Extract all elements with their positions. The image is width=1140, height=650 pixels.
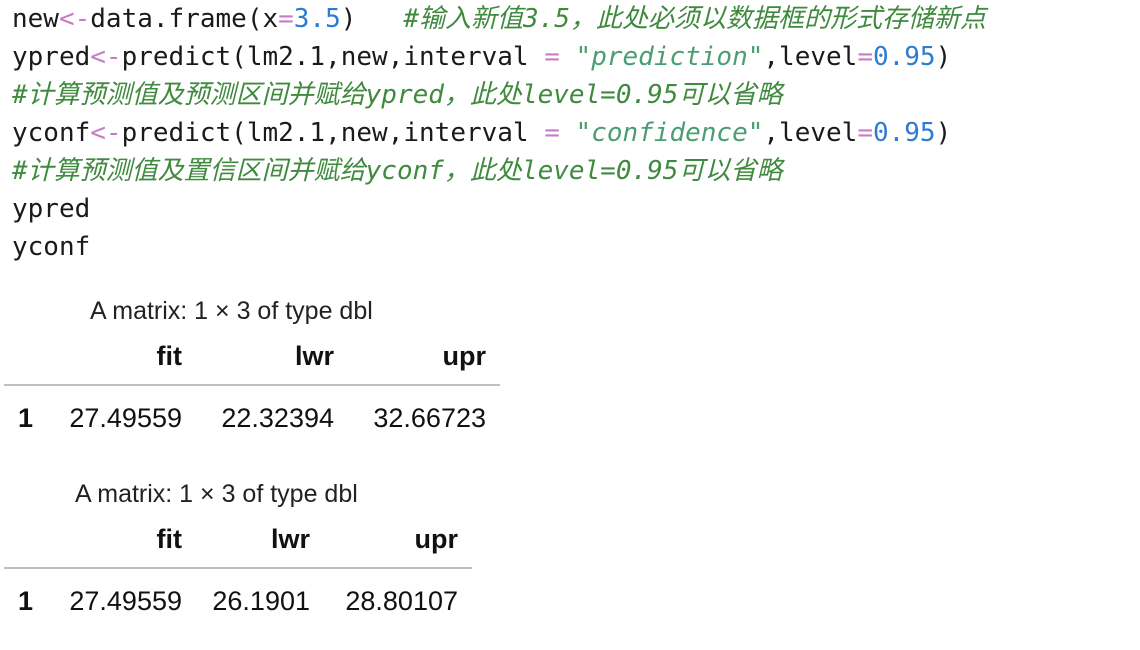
number-literal: 3.5 xyxy=(293,4,341,34)
equals-operator: = xyxy=(857,118,873,148)
cell-lwr: 26.1901 xyxy=(212,585,310,616)
assign-operator: <- xyxy=(90,118,122,148)
equals-operator: = xyxy=(544,118,560,148)
code-line-5: #计算预测值及置信区间并赋给yconf，此处level=0.95可以省略 xyxy=(12,152,1132,190)
equals-operator: = xyxy=(544,42,560,72)
code-comment: #计算预测值及置信区间并赋给yconf，此处level=0.95可以省略 xyxy=(12,156,783,186)
string-literal: "prediction" xyxy=(575,42,764,72)
row-label: 1 xyxy=(18,585,34,616)
code-line-1: new<-data.frame(x=3.5) #输入新值3.5，此处必须以数据框… xyxy=(12,0,1132,38)
assign-operator: <- xyxy=(90,42,122,72)
assign-operator: <- xyxy=(58,4,91,34)
code-token: yconf xyxy=(12,118,91,148)
code-token: ) xyxy=(340,4,404,34)
code-token: ypred xyxy=(12,194,91,224)
cell-upr: 32.66723 xyxy=(373,402,486,433)
code-token: yconf xyxy=(12,232,91,262)
table-header-row: fit lwr upr xyxy=(4,511,472,569)
output-matrix-ypred: A matrix: 1 × 3 of type dbl fit lwr upr … xyxy=(0,294,600,450)
number-literal: 0.95 xyxy=(872,42,936,72)
code-token: data.frame(x xyxy=(90,4,279,34)
string-literal: "confidence" xyxy=(575,118,764,148)
matrix-caption: A matrix: 1 × 3 of type dbl xyxy=(90,297,373,325)
code-line-6: ypred xyxy=(12,190,1132,228)
column-header-lwr: lwr xyxy=(196,511,324,569)
code-line-2: ypred<-predict(lm2.1,new,interval = "pre… xyxy=(12,38,1132,76)
row-label: 1 xyxy=(18,402,34,433)
column-header-fit: fit xyxy=(48,511,196,569)
column-header-upr: upr xyxy=(348,328,500,386)
code-line-3: #计算预测值及预测区间并赋给ypred，此处level=0.95可以省略 xyxy=(12,76,1132,114)
matrix-caption: A matrix: 1 × 3 of type dbl xyxy=(75,480,358,508)
matrix-table: fit lwr upr 1 27.49559 26.1901 28.80107 xyxy=(4,511,472,633)
cell-upr: 28.80107 xyxy=(345,585,458,616)
matrix-table: fit lwr upr 1 27.49559 22.32394 32.66723 xyxy=(4,328,500,450)
code-comment: #计算预测值及预测区间并赋给ypred，此处level=0.95可以省略 xyxy=(12,80,783,110)
code-token: new xyxy=(12,4,59,34)
code-line-4: yconf<-predict(lm2.1,new,interval = "con… xyxy=(12,114,1132,152)
code-token: ,level xyxy=(763,42,858,72)
row-index-header xyxy=(4,328,48,386)
equals-operator: = xyxy=(857,42,873,72)
number-literal: 0.95 xyxy=(872,118,936,148)
table-row: 1 27.49559 22.32394 32.66723 xyxy=(4,385,500,450)
row-index-header xyxy=(4,511,48,569)
column-header-lwr: lwr xyxy=(196,328,348,386)
table-row: 1 27.49559 26.1901 28.80107 xyxy=(4,568,472,633)
cell-lwr: 22.32394 xyxy=(221,402,334,433)
code-line-7: yconf xyxy=(12,228,1132,266)
column-header-upr: upr xyxy=(324,511,472,569)
output-matrix-yconf: A matrix: 1 × 3 of type dbl fit lwr upr … xyxy=(0,477,600,633)
code-token: ypred xyxy=(12,42,91,72)
code-comment: #输入新值3.5，此处必须以数据框的形式存储新点 xyxy=(403,4,986,34)
code-token: ,level xyxy=(763,118,858,148)
code-token: predict(lm2.1,new,interval xyxy=(121,42,545,72)
code-cell[interactable]: new<-data.frame(x=3.5) #输入新值3.5，此处必须以数据框… xyxy=(12,0,1132,266)
equals-operator: = xyxy=(278,4,294,34)
table-header-row: fit lwr upr xyxy=(4,328,500,386)
code-token: predict(lm2.1,new,interval xyxy=(121,118,545,148)
code-token: ) xyxy=(935,118,952,148)
cell-fit: 27.49559 xyxy=(69,585,182,616)
code-token: ) xyxy=(935,42,952,72)
cell-fit: 27.49559 xyxy=(69,402,182,433)
column-header-fit: fit xyxy=(48,328,196,386)
